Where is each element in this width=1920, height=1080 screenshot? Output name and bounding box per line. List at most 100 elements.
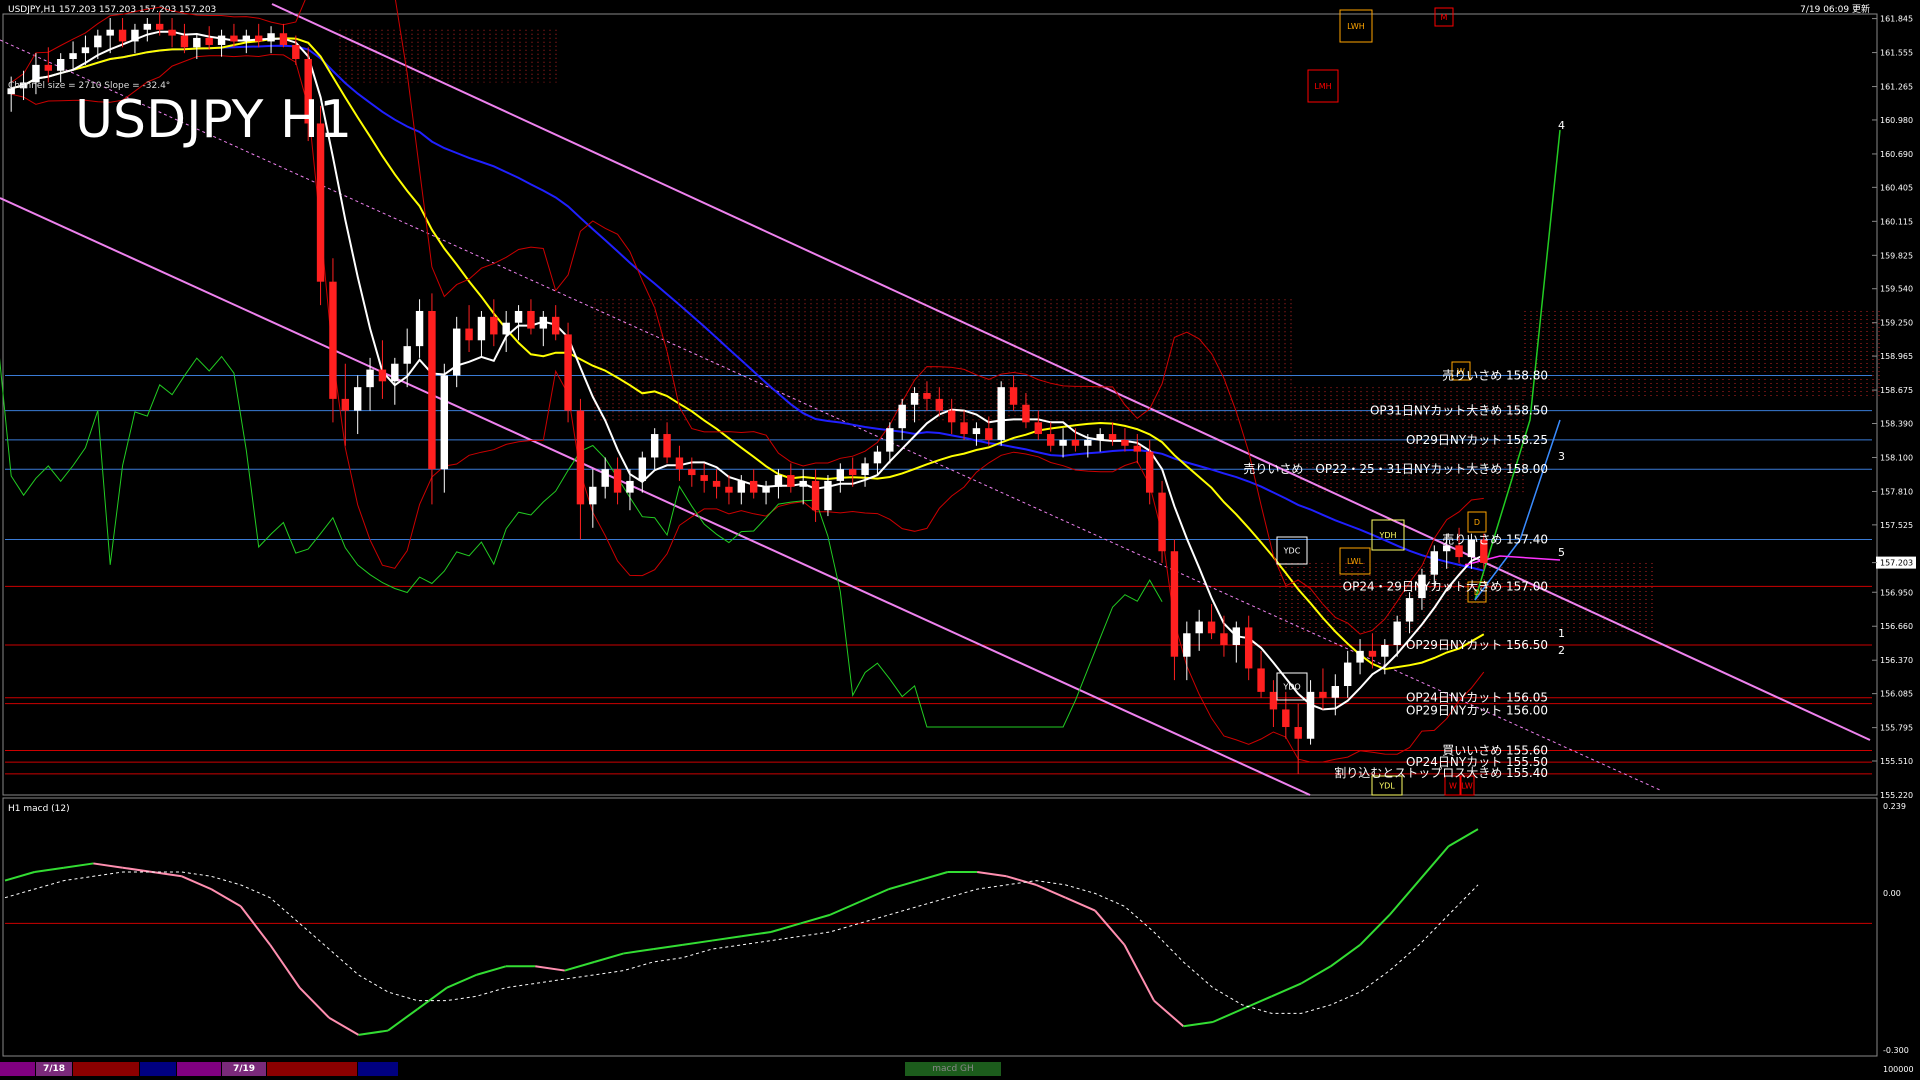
- candle-body: [1059, 439, 1067, 446]
- price-tick-label: 158.965: [1880, 352, 1913, 361]
- candle-body: [848, 469, 857, 476]
- marker-box-label: LWL: [1347, 557, 1364, 566]
- candle-body: [824, 480, 832, 511]
- candle-body: [1195, 621, 1203, 634]
- level-label: 売りいさめ 157.40: [1442, 532, 1548, 547]
- tab-date-1[interactable]: 7/18: [36, 1062, 72, 1076]
- candle-body: [638, 457, 647, 481]
- macd-footer: 100000: [1883, 1065, 1914, 1074]
- price-tick-label: 155.220: [1880, 791, 1913, 800]
- wave-label: 2: [1558, 644, 1565, 657]
- marker-box-label: YDL: [1378, 782, 1395, 791]
- level-label: OP29日NYカット 156.00: [1406, 704, 1548, 718]
- candle-body: [886, 428, 894, 452]
- candle-body: [1121, 439, 1129, 446]
- candle-body: [279, 33, 288, 45]
- candle-body: [32, 64, 40, 83]
- candle-body: [799, 480, 807, 487]
- candle-body: [205, 37, 213, 45]
- candle-body: [1133, 445, 1142, 452]
- candle-body: [1158, 492, 1166, 552]
- candle-body: [1046, 434, 1055, 446]
- candle-body: [700, 475, 708, 481]
- candle-body: [960, 422, 968, 435]
- candle-body: [601, 469, 609, 487]
- candle-body: [663, 434, 671, 458]
- candle-body: [650, 434, 659, 458]
- price-tick-label: 159.825: [1880, 251, 1913, 260]
- price-tick-label: 159.250: [1880, 319, 1913, 328]
- big-title: USDJPY H1: [75, 90, 352, 150]
- level-label: 売りいさめ OP22・25・31日NYカット大きめ 158.00: [1243, 461, 1548, 476]
- candle-body: [1009, 387, 1018, 405]
- candle-body: [168, 29, 176, 36]
- candle-body: [44, 64, 53, 71]
- price-tick-label: 157.810: [1880, 487, 1913, 496]
- candle-body: [366, 369, 374, 388]
- candle-body: [985, 428, 993, 440]
- candle-body: [180, 35, 189, 48]
- candle-body: [217, 35, 226, 45]
- candle-body: [935, 398, 944, 411]
- level-label: OP29日NYカット 156.50: [1406, 638, 1548, 652]
- price-tick-label: 157.203: [1880, 559, 1913, 568]
- candle-body: [415, 310, 424, 347]
- tab-color-6[interactable]: [358, 1062, 398, 1076]
- price-tick-label: 159.540: [1880, 285, 1913, 294]
- candle-body: [254, 35, 263, 42]
- candle-body: [836, 469, 845, 481]
- candle-body: [551, 316, 560, 335]
- tab-color-3[interactable]: [140, 1062, 176, 1076]
- candle-body: [1455, 545, 1463, 558]
- candle-body: [1294, 727, 1302, 739]
- marker-box-label: W: [1449, 782, 1457, 791]
- candle-body: [1145, 451, 1154, 493]
- candle-body: [947, 410, 956, 423]
- candle-body: [589, 486, 597, 505]
- candle-body: [502, 322, 510, 335]
- marker-box-label: D: [1474, 518, 1480, 527]
- candle-body: [403, 346, 411, 364]
- candle-body: [1071, 439, 1080, 446]
- candle-body: [1244, 627, 1253, 669]
- candle-body: [1306, 691, 1315, 739]
- candle-body: [1232, 627, 1241, 645]
- tab-color-1[interactable]: [0, 1062, 35, 1076]
- candle-body: [774, 475, 783, 487]
- candle-body: [1430, 551, 1439, 575]
- tab-color-4[interactable]: [177, 1062, 221, 1076]
- level-label: OP31日NYカット大きめ 158.50: [1370, 404, 1548, 418]
- candle-body: [292, 44, 300, 60]
- macd-scale-zero: 0.00: [1883, 889, 1901, 898]
- tab-color-2[interactable]: [73, 1062, 139, 1076]
- candle-body: [1393, 621, 1401, 645]
- candle-body: [242, 35, 251, 42]
- macd-title: H1 macd (12): [8, 804, 70, 814]
- price-tick-label: 156.370: [1880, 656, 1913, 665]
- candle-body: [81, 47, 90, 54]
- level-label: OP24・29日NYカット大きめ 157.00: [1343, 579, 1548, 593]
- level-label: 割り込むとストップロス大きめ 155.40: [1334, 765, 1548, 780]
- candle: [1158, 480, 1166, 563]
- candle-body: [626, 480, 634, 493]
- price-tick-label: 157.525: [1880, 521, 1913, 530]
- candle-body: [378, 369, 387, 382]
- candle: [329, 258, 337, 423]
- price-tick-label: 161.265: [1880, 83, 1913, 92]
- marker-box-label: YDO: [1282, 683, 1300, 692]
- candle-body: [749, 480, 758, 493]
- tab-date-2[interactable]: 7/19: [222, 1062, 266, 1076]
- candle-body: [391, 363, 399, 382]
- price-tick-label: 155.510: [1880, 757, 1913, 766]
- price-tick-label: 161.555: [1880, 49, 1913, 58]
- candle-body: [972, 428, 981, 435]
- tab-color-5[interactable]: [267, 1062, 357, 1076]
- symbol-info: USDJPY,H1 157.203 157.203 157.203 157.20…: [8, 5, 216, 15]
- candle-body: [341, 398, 350, 411]
- candle-body: [155, 23, 164, 30]
- price-tick-label: 158.390: [1880, 419, 1913, 428]
- marker-box-label: LW: [1461, 782, 1473, 791]
- candle-body: [353, 387, 362, 411]
- price-tick-label: 160.690: [1880, 150, 1913, 159]
- candle-body: [94, 35, 102, 48]
